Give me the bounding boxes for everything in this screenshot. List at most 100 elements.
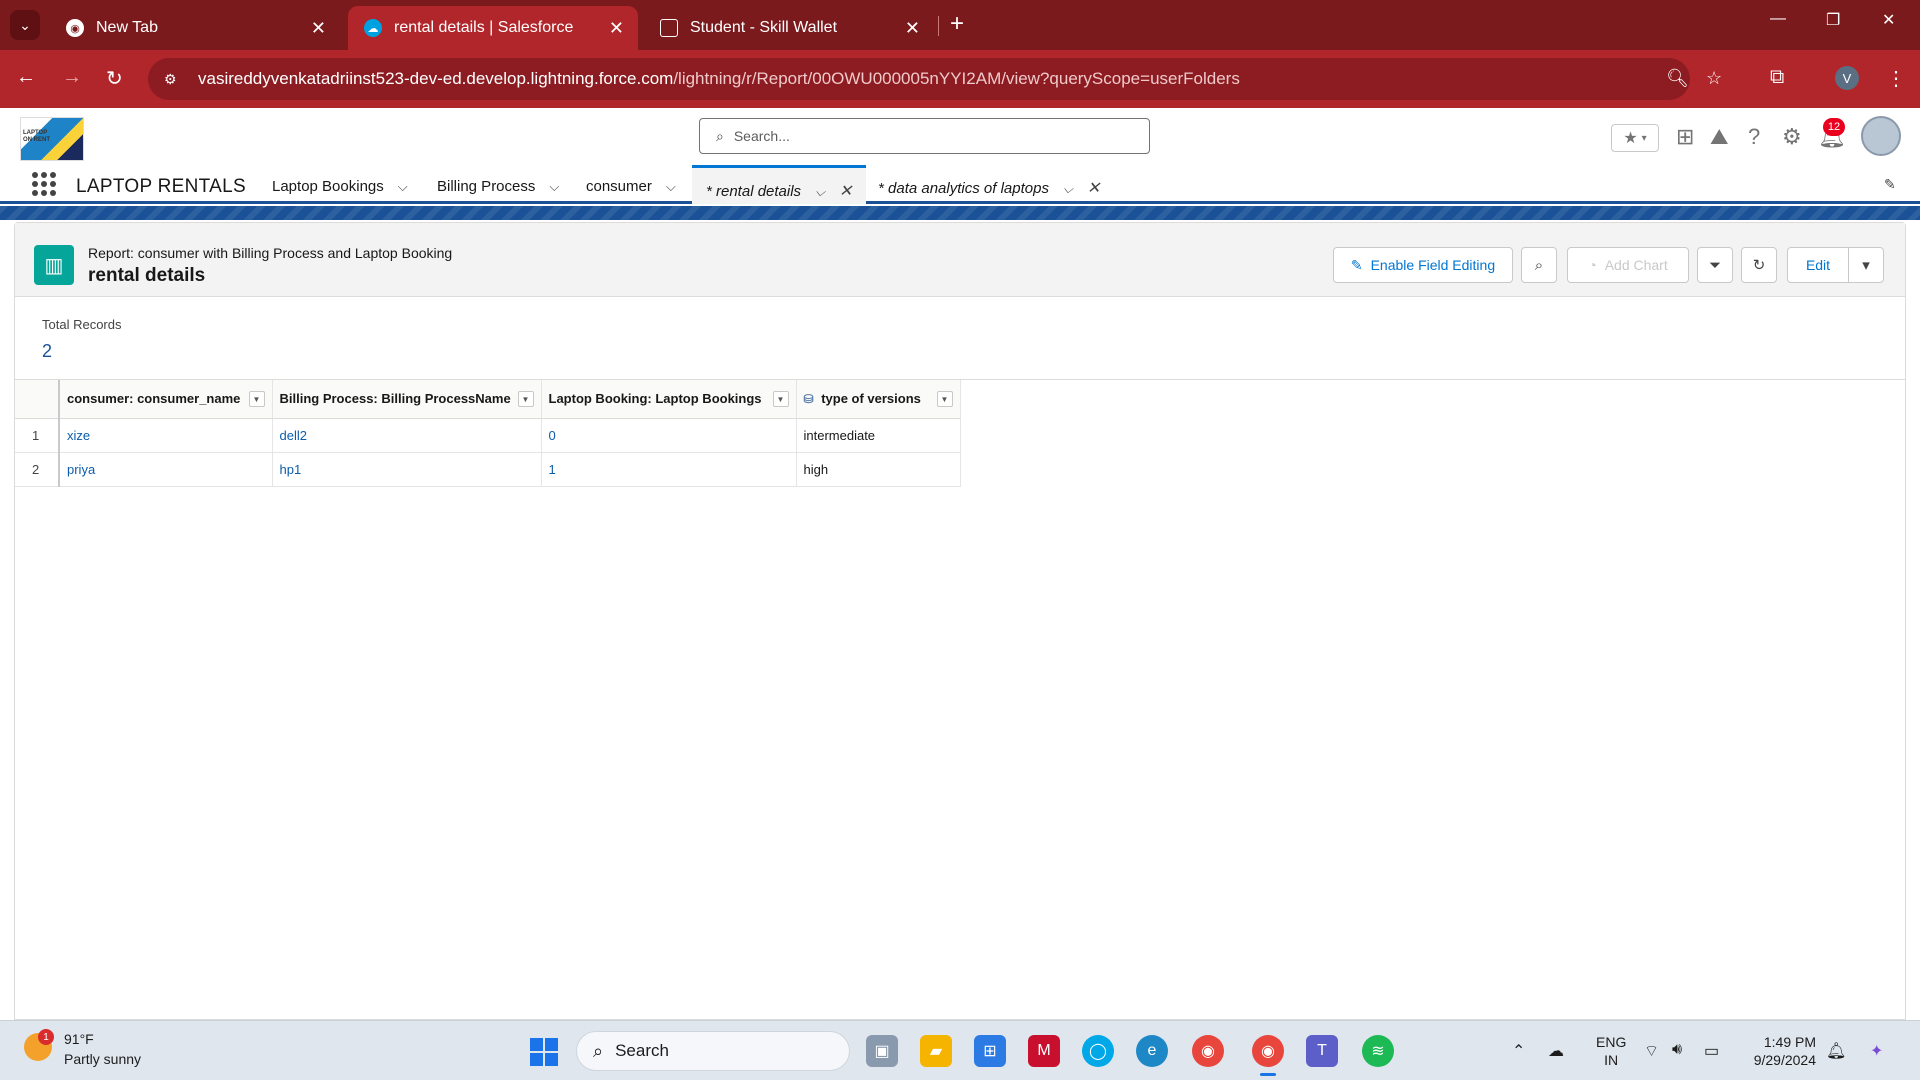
more-actions-button[interactable]: ▾ (1848, 247, 1884, 283)
nav-item-consumer[interactable]: consumer ⌵ (586, 178, 676, 195)
nav-item-laptop-bookings[interactable]: Laptop Bookings ⌵ (272, 178, 408, 195)
chrome-menu-icon[interactable]: ⋮ (1886, 66, 1906, 91)
column-header[interactable]: ⛁ type of versions ▼ (796, 380, 961, 419)
chevron-down-icon[interactable]: ⌵ (666, 179, 676, 194)
edit-button[interactable]: Edit (1787, 247, 1849, 283)
close-tab-icon[interactable]: ✕ (1087, 180, 1100, 197)
back-arrow-icon[interactable]: ← (16, 66, 36, 89)
taskbar-search-box[interactable]: ⌕ Search (576, 1031, 850, 1071)
profile-avatar[interactable]: V (1835, 66, 1859, 90)
salesforce-global-header: LAPTOP ON RENT ⌕ Search... ★ ▾ ⊞ ⛰ ? ⚙ 🔔︎… (0, 108, 1920, 164)
new-tab-plus-icon[interactable]: + (950, 10, 964, 38)
global-actions-plus-icon[interactable]: ⊞ (1676, 124, 1694, 150)
column-menu-icon[interactable]: ▼ (936, 391, 953, 407)
column-menu-icon[interactable]: ▼ (517, 391, 534, 407)
site-settings-icon[interactable]: ⚙ (164, 71, 184, 88)
address-bar[interactable]: ⚙ vasireddyvenkatadriinst523-dev-ed.deve… (148, 58, 1722, 100)
chevron-down-icon[interactable]: ⌵ (549, 179, 559, 194)
column-header[interactable]: Billing Process: Billing ProcessName ▼ (272, 380, 542, 419)
app-launcher-icon[interactable] (32, 172, 56, 196)
laptop-bookings-link[interactable]: 0 (541, 418, 797, 453)
column-header[interactable]: consumer: consumer_name ▼ (59, 380, 273, 419)
consumer-name-link[interactable]: priya (59, 452, 273, 487)
nav-item-data-analytics[interactable]: * data analytics of laptops ⌵ ✕ (878, 178, 1100, 198)
consumer-name-link[interactable]: xize (59, 418, 273, 453)
user-avatar[interactable] (1861, 116, 1901, 156)
nav-item-rental-details[interactable]: * rental details ⌵ ✕ (692, 165, 867, 204)
search-report-button[interactable]: ⌕ (1521, 247, 1557, 283)
extensions-icon[interactable]: ⧉ (1770, 66, 1784, 89)
wifi-icon[interactable]: ⌔ (1644, 1041, 1659, 1061)
notification-count-badge: 12 (1823, 118, 1845, 136)
minimize-icon[interactable]: — (1770, 10, 1786, 28)
language-indicator[interactable]: ENG IN (1596, 1033, 1626, 1069)
nav-label: * rental details (706, 183, 802, 200)
add-chart-button[interactable]: ◔ Add Chart (1567, 247, 1689, 283)
copilot-icon[interactable]: ✦ (1870, 1041, 1883, 1061)
edit-nav-pencil-icon[interactable]: ✎ (1884, 176, 1896, 193)
filter-button[interactable]: ⏷ (1697, 247, 1733, 283)
close-tab-icon[interactable]: ✕ (311, 18, 326, 39)
close-tab-icon[interactable]: ✕ (609, 18, 624, 39)
spotify-icon[interactable]: ≋ (1362, 1035, 1394, 1067)
refresh-icon: ↻ (1752, 257, 1766, 274)
column-menu-icon[interactable]: ▼ (772, 391, 789, 407)
microsoft-store-icon[interactable]: ⊞ (974, 1035, 1006, 1067)
battery-icon[interactable]: ▭ (1704, 1041, 1719, 1061)
alexa-icon[interactable]: ◯ (1082, 1035, 1114, 1067)
help-icon[interactable]: ? (1748, 124, 1760, 150)
nav-item-billing-process[interactable]: Billing Process ⌵ (437, 178, 559, 195)
search-icon: ⌕ (716, 127, 724, 144)
enable-field-editing-button[interactable]: ✎ Enable Field Editing (1333, 247, 1513, 283)
tab-title: rental details | Salesforce (394, 19, 574, 36)
onedrive-cloud-icon[interactable]: ☁ (1548, 1041, 1564, 1061)
chevron-down-icon[interactable]: ⌵ (398, 179, 408, 194)
nav-label: consumer (586, 178, 652, 195)
forward-arrow-icon[interactable]: → (62, 66, 82, 89)
chrome-icon: ◉ (66, 19, 84, 37)
org-logo[interactable]: LAPTOP ON RENT (20, 117, 84, 161)
button-label: Add Chart (1604, 257, 1668, 273)
reload-icon[interactable]: ↻ (106, 66, 123, 91)
chrome-profile-icon[interactable]: ◉ (1252, 1035, 1284, 1067)
windows-start-icon[interactable] (530, 1038, 558, 1066)
browser-tab-skill-wallet[interactable]: Student - Skill Wallet ✕ (644, 6, 934, 50)
billing-process-link[interactable]: dell2 (272, 418, 542, 453)
favorites-button[interactable]: ★ ▾ (1611, 124, 1659, 152)
column-header-label: consumer: consumer_name (67, 391, 241, 407)
report-icon: ▥ (34, 245, 74, 285)
restore-icon[interactable]: ❐ (1826, 10, 1840, 30)
chrome-icon[interactable]: ◉ (1192, 1035, 1224, 1067)
zoom-icon[interactable]: 🔍︎ (1666, 68, 1689, 89)
weather-description[interactable]: Partly sunny (64, 1051, 141, 1067)
trailhead-icon[interactable]: ⛰ (1710, 124, 1728, 150)
browser-tab-salesforce[interactable]: ☁ rental details | Salesforce ✕ (348, 6, 638, 50)
teams-icon[interactable]: T (1306, 1035, 1338, 1067)
volume-icon[interactable]: 🔊︎ (1672, 1041, 1682, 1059)
laptop-bookings-link[interactable]: 1 (541, 452, 797, 487)
show-hidden-icons-chevron-icon[interactable]: ⌃ (1512, 1041, 1525, 1061)
system-clock[interactable]: 1:49 PM 9/29/2024 (1740, 1033, 1816, 1069)
browser-tab-new-tab[interactable]: ◉ New Tab ✕ (50, 6, 340, 50)
refresh-button[interactable]: ↻ (1741, 247, 1777, 283)
billing-process-link[interactable]: hp1 (272, 452, 542, 487)
window-close-icon[interactable]: ✕ (1882, 10, 1895, 30)
task-view-icon[interactable]: ▣ (866, 1035, 898, 1067)
file-explorer-icon[interactable]: ▰ (920, 1035, 952, 1067)
edge-icon[interactable]: e (1136, 1035, 1168, 1067)
notification-center-bell-icon[interactable]: 🔔︎ (1826, 1041, 1846, 1061)
tab-search-chevron-icon[interactable]: ⌄ (10, 10, 40, 40)
chevron-down-icon[interactable]: ⌵ (815, 184, 825, 199)
bookmark-star-icon[interactable]: ☆ (1706, 68, 1722, 89)
setup-gear-icon[interactable]: ⚙ (1782, 124, 1802, 150)
weather-temperature[interactable]: 91°F (64, 1031, 94, 1047)
global-search-input[interactable]: ⌕ Search... (699, 118, 1150, 154)
close-tab-icon[interactable]: ✕ (839, 183, 852, 200)
column-menu-icon[interactable]: ▼ (248, 391, 265, 407)
column-header[interactable]: Laptop Booking: Laptop Bookings ▼ (541, 380, 797, 419)
report-table-container: consumer: consumer_name ▼ Billing Proces… (15, 379, 1905, 487)
chevron-down-icon[interactable]: ⌵ (1063, 181, 1073, 196)
favorites-star-icon: ★ (1623, 130, 1638, 147)
close-tab-icon[interactable]: ✕ (905, 18, 920, 39)
mcafee-icon[interactable]: M (1028, 1035, 1060, 1067)
